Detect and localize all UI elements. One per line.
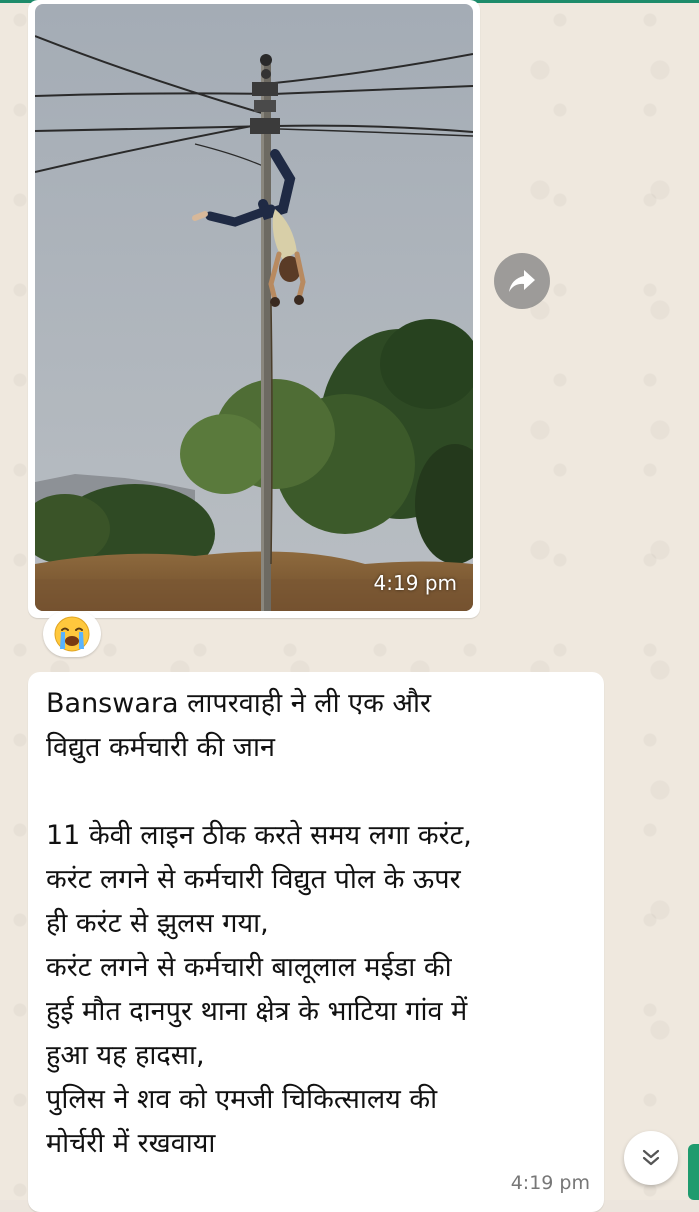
message-line: करंट लगने से कर्मचारी बालूलाल मईडा की	[46, 952, 452, 983]
text-message-time: 4:19 pm	[510, 1172, 590, 1194]
message-line: Banswara लापरवाही ने ली एक और	[46, 688, 432, 719]
forward-button[interactable]	[494, 253, 550, 309]
message-line: 11 केवी लाइन ठीक करते समय लगा करंट,	[46, 820, 472, 851]
message-line-blank	[46, 770, 596, 814]
message-line: मोर्चरी में रखवाया	[46, 1128, 216, 1159]
message-photo[interactable]: 4:19 pm	[35, 4, 473, 611]
message-line: करंट लगने से कर्मचारी विद्युत पोल के ऊपर	[46, 864, 461, 895]
message-line: ही करंट से झुलस गया,	[46, 908, 269, 939]
message-line: विद्युत कर्मचारी की जान	[46, 732, 275, 763]
forward-arrow-icon	[509, 270, 535, 292]
fab-edge	[688, 1144, 699, 1200]
message-line: हुआ यह हादसा,	[46, 1040, 205, 1071]
message-text: Banswara लापरवाही ने ली एक और विद्युत कर…	[46, 682, 596, 1166]
image-message-time: 4:19 pm	[373, 571, 457, 595]
message-line: हुई मौत दानपुर थाना क्षेत्र के भाटिया गा…	[46, 996, 468, 1027]
reaction-pill[interactable]	[43, 611, 101, 657]
double-chevron-down-icon	[642, 1149, 660, 1166]
scroll-to-bottom-button[interactable]	[624, 1131, 678, 1185]
message-line: पुलिस ने शव को एमजी चिकित्सालय की	[46, 1084, 438, 1115]
text-message-bubble[interactable]: Banswara लापरवाही ने ली एक और विद्युत कर…	[28, 672, 604, 1212]
loudly-crying-face-icon	[54, 616, 90, 652]
image-message-bubble[interactable]: 4:19 pm	[28, 0, 480, 618]
